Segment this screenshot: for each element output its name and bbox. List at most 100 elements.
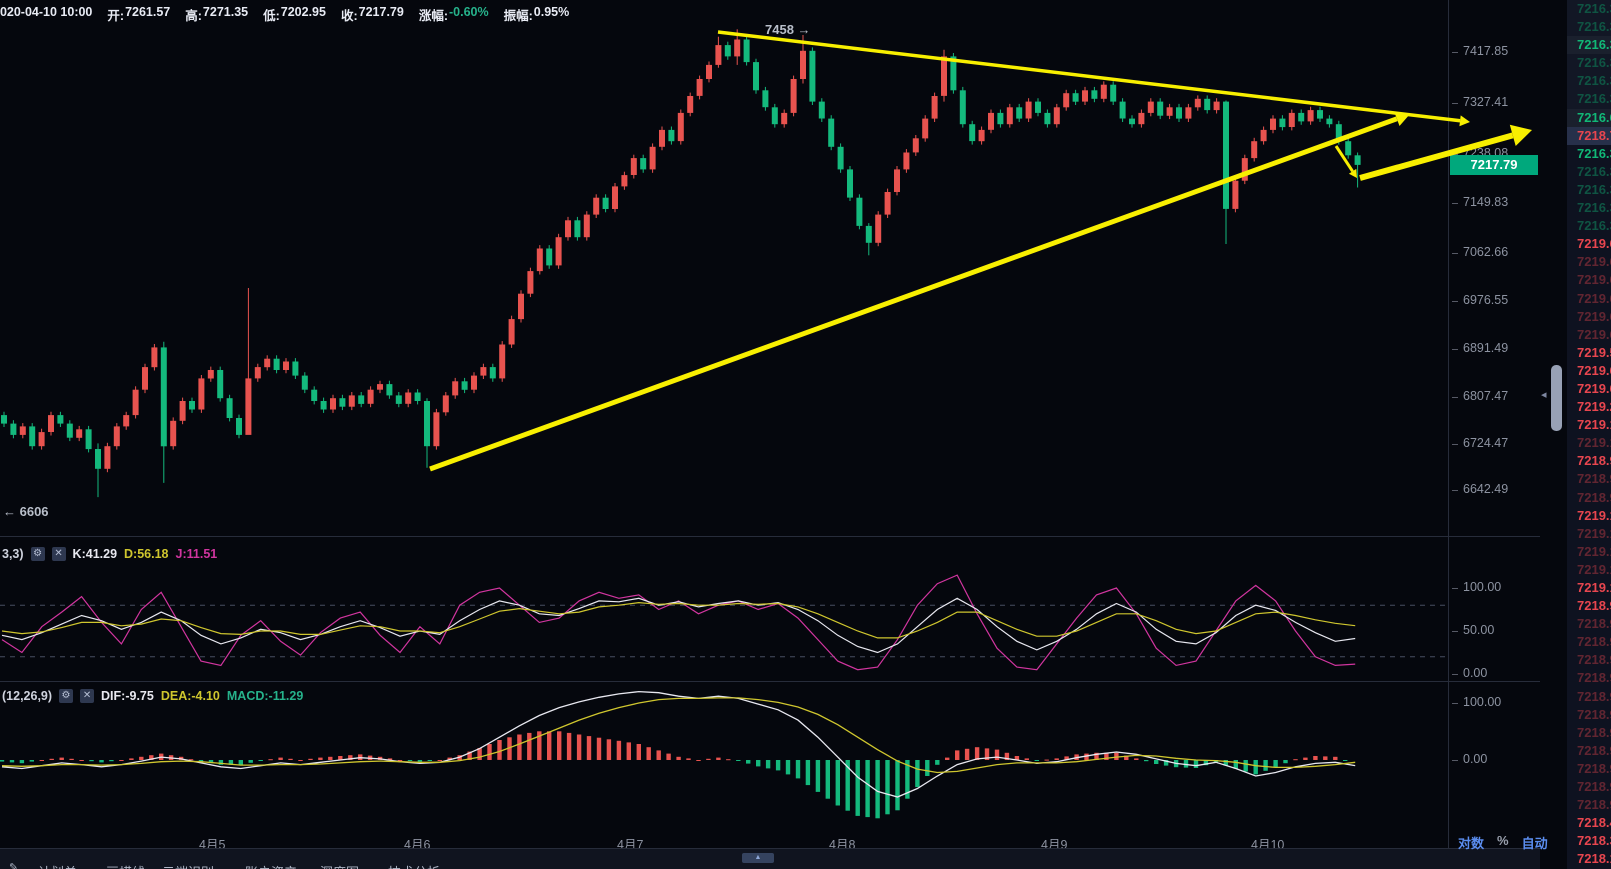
kdj-close-icon[interactable]: ✕ (51, 547, 66, 561)
bottom-tool-item[interactable]: 计划单 (38, 862, 77, 869)
trade-feed-row[interactable]: 7219.1 (1567, 561, 1611, 579)
macd-settings-icon[interactable]: ⚙ (59, 689, 74, 703)
kdj-params: 3,3) (2, 547, 24, 561)
trade-feed-row[interactable]: 7216.3 (1567, 145, 1611, 163)
scale-controls: 对数 % 自动 (1458, 833, 1548, 852)
low-label: 低: (263, 9, 280, 23)
current-price-tag: 7217.79 (1450, 155, 1538, 175)
trade-feed-row[interactable]: 7219.6 (1567, 290, 1611, 308)
bottom-tool-item[interactable]: 技术分析 (388, 862, 440, 869)
trade-feed-row[interactable]: 7218.9 (1567, 724, 1611, 742)
price-axis-label: 6724.47 (1451, 436, 1509, 450)
trade-feed-row[interactable]: 7218.9 (1567, 706, 1611, 724)
kdj-indicator (0, 574, 1448, 671)
percent-scale-button[interactable]: % (1497, 833, 1509, 852)
draw-tool-icon[interactable]: ✎ (9, 861, 18, 869)
indicator-axis-label: 100.00 (1451, 580, 1502, 594)
macd-dif-value: DIF:-9.75 (101, 689, 154, 703)
price-axis-label: 7327.41 (1451, 95, 1509, 109)
trade-feed-row[interactable]: 7218.9 (1567, 742, 1611, 760)
trade-feed-row[interactable]: 7216.3 (1567, 217, 1611, 235)
trade-feed-row[interactable]: 7216.3 (1567, 54, 1611, 73)
auto-scale-button[interactable]: 自动 (1522, 833, 1548, 852)
kdj-header: 3,3) ⚙ ✕ K:41.29 D:56.18 J:11.51 (2, 547, 217, 561)
low-price-marker: ← 6606 (3, 504, 49, 519)
trade-feed-row[interactable]: 7216.6 (1567, 108, 1611, 127)
trade-feed-row[interactable]: 7218.9 (1567, 452, 1611, 470)
feed-expand-chevron-icon[interactable]: ◂ (1541, 388, 1547, 401)
price-axis-label: 7062.66 (1451, 245, 1509, 259)
collapse-toolbar-button[interactable]: ▲ (742, 853, 774, 863)
high-price-marker: 7458 → (765, 22, 811, 37)
trade-feed-row[interactable]: 7218.9 (1567, 760, 1611, 778)
open-value: 7261.57 (125, 5, 171, 19)
trade-feed-row[interactable]: 7219.1 (1567, 579, 1611, 597)
trade-feed-row[interactable]: 7219.6 (1567, 235, 1611, 253)
trade-feed-row[interactable]: 7218.9 (1567, 489, 1611, 507)
price-axis-label: 7417.85 (1451, 44, 1509, 58)
trade-feed-row[interactable]: 7218.1 (1567, 850, 1611, 868)
macd-macd-value: MACD:-11.29 (226, 689, 304, 703)
trade-feed-row[interactable]: 7218.3 (1567, 832, 1611, 850)
trade-feed-row[interactable]: 7219.6 (1567, 362, 1611, 380)
trade-feed-row[interactable]: 7219.6 (1567, 326, 1611, 344)
price-axis[interactable]: 7217.79 7417.85 7327.41 7238.08 7149.83 7062… (1448, 0, 1568, 848)
trade-feed-row[interactable]: 7219.6 (1567, 271, 1611, 289)
bottom-tool-item[interactable]: 云端识别 (162, 862, 214, 869)
trade-feed-row[interactable]: 7218.7 (1567, 126, 1611, 145)
log-scale-button[interactable]: 对数 (1458, 833, 1484, 852)
amplitude-value: 0.95% (533, 5, 570, 19)
trade-feed-row[interactable]: 7219.1 (1567, 543, 1611, 561)
macd-header: (12,26,9) ⚙ ✕ DIF:-9.75 DEA:-4.10 MACD:-… (2, 689, 303, 703)
kdj-settings-icon[interactable]: ⚙ (30, 547, 45, 561)
trade-feed-row[interactable]: 7219.1 (1567, 434, 1611, 452)
trade-feed-row[interactable]: 7218.9 (1567, 669, 1611, 687)
trade-feed-row[interactable]: 7218.9 (1567, 597, 1611, 615)
trade-feed-row[interactable]: 7216.3 (1567, 36, 1611, 55)
trade-feed-row[interactable]: 7218.9 (1567, 651, 1611, 669)
trade-feed-row[interactable]: 7218.9 (1567, 688, 1611, 706)
trade-feed-row[interactable]: 7219.6 (1567, 380, 1611, 398)
trade-feed-row[interactable]: 7219.1 (1567, 525, 1611, 543)
trade-feed-row[interactable]: 7219.1 (1567, 416, 1611, 434)
trade-feed-panel[interactable]: 7216.37216.37216.37216.37216.37216.37216… (1567, 0, 1611, 869)
close-value: 7217.79 (358, 5, 404, 19)
trade-feed-row[interactable]: 7218.9 (1567, 633, 1611, 651)
macd-close-icon[interactable]: ✕ (80, 689, 95, 703)
indicator-axis-label: 50.00 (1451, 623, 1495, 637)
high-value: 7271.35 (202, 5, 249, 19)
trade-feed-row[interactable]: 7218.9 (1567, 470, 1611, 488)
trade-feed-row[interactable]: 7218.9 (1567, 778, 1611, 796)
indicator-axis-label: 0.00 (1451, 666, 1488, 680)
trade-feed-row[interactable]: 7219.6 (1567, 253, 1611, 271)
kdj-j-value: J:11.51 (175, 547, 218, 561)
trade-feed-row[interactable]: 7218.9 (1567, 796, 1611, 814)
trade-feed-row[interactable]: 7218.4 (1567, 814, 1611, 832)
high-label: 高: (185, 9, 202, 23)
feed-scrollbar-thumb[interactable] (1551, 365, 1562, 431)
trade-feed-row[interactable]: 7219.6 (1567, 308, 1611, 326)
bottom-tool-item[interactable]: 深度图 (320, 862, 359, 869)
trade-feed-row[interactable]: 7216.3 (1567, 18, 1611, 37)
trade-feed-row[interactable]: 7216.3 (1567, 199, 1611, 217)
trade-feed-row[interactable]: 7218.9 (1567, 615, 1611, 633)
date-axis[interactable]: 4月5 4月6 4月7 4月8 4月9 4月10 (0, 831, 1540, 852)
amplitude-label: 振幅: (503, 9, 533, 23)
price-axis-label: 6976.55 (1451, 293, 1509, 307)
trade-feed-row[interactable]: 7216.3 (1567, 72, 1611, 91)
change-label: 涨幅: (418, 9, 448, 23)
bottom-tool-item[interactable]: 账户资产 (245, 862, 297, 869)
trade-feed-row[interactable]: 7216.3 (1567, 90, 1611, 109)
trade-feed-row[interactable]: 7219.2 (1567, 398, 1611, 416)
ohlc-info-bar: 2020-04-10 10:00 开: 7261.57 高: 7271.35 低: 7… (0, 5, 569, 24)
trading-chart-app: 2020-04-10 10:00 开: 7261.57 高: 7271.35 低: 7… (0, 0, 1611, 869)
trade-feed-row[interactable]: 7216.3 (1567, 163, 1611, 181)
trade-feed-row[interactable]: 7219.1 (1567, 507, 1611, 525)
bottom-tool-item[interactable]: 画横线 (106, 862, 145, 869)
candlestick-chart[interactable] (0, 0, 1611, 869)
macd-panel-divider (0, 681, 1540, 682)
macd-indicator (0, 690, 1356, 819)
trade-feed-row[interactable]: 7216.3 (1567, 0, 1611, 19)
trade-feed-row[interactable]: 7216.3 (1567, 181, 1611, 199)
trade-feed-row[interactable]: 7219.5 (1567, 344, 1611, 362)
